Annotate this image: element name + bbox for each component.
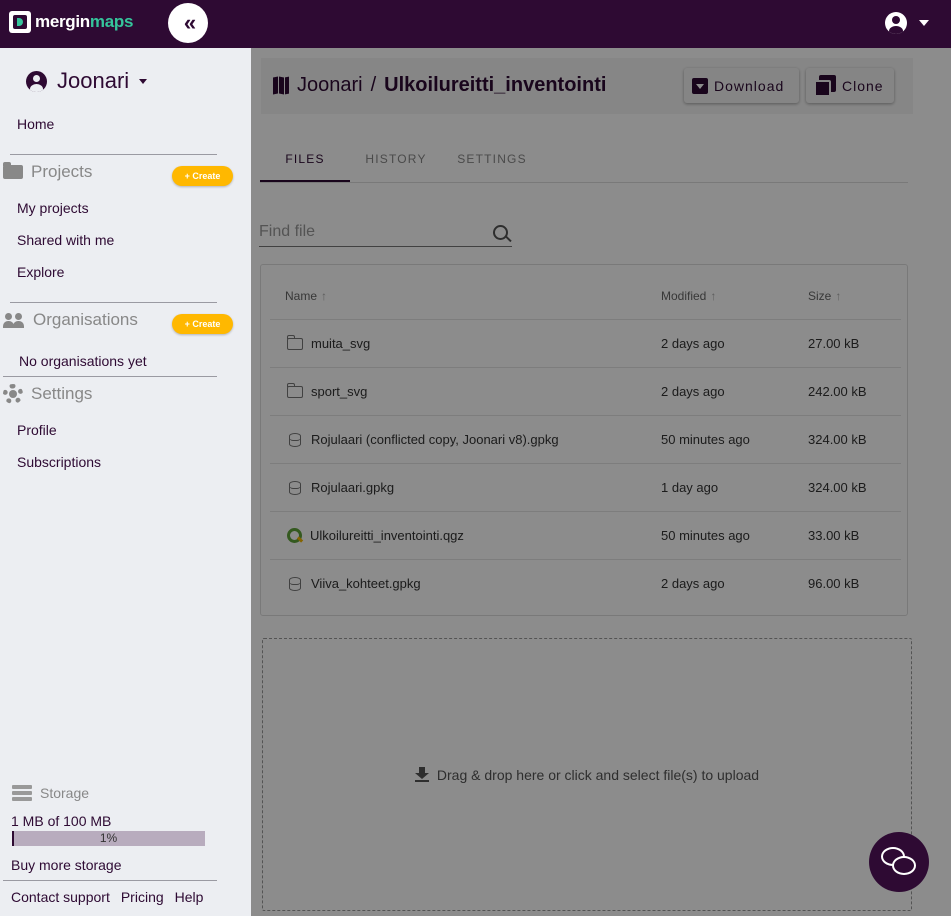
projects-title: Projects: [31, 162, 93, 181]
logo-icon: [9, 11, 31, 33]
sidebar-item-shared-with-me[interactable]: Shared with me: [17, 232, 114, 248]
settings-section-header: Settings: [3, 384, 92, 404]
chat-bubbles-icon: [881, 847, 917, 877]
sidebar-item-explore[interactable]: Explore: [17, 264, 64, 280]
no-organisations-text: No organisations yet: [19, 353, 147, 369]
sidebar-item-profile[interactable]: Profile: [17, 422, 57, 438]
buy-more-storage-link[interactable]: Buy more storage: [11, 857, 122, 873]
workspace-name: Joonari: [57, 68, 130, 93]
double-chevron-left-icon: «: [183, 10, 196, 35]
caret-down-icon: [139, 78, 148, 84]
collapse-sidebar-button[interactable]: «: [168, 3, 208, 43]
storage-icon: [12, 785, 32, 801]
account-icon: [885, 12, 907, 34]
sidebar-item-subscriptions[interactable]: Subscriptions: [17, 454, 101, 470]
pricing-link[interactable]: Pricing: [121, 889, 164, 905]
contact-support-link[interactable]: Contact support: [11, 889, 110, 905]
storage-header: Storage: [12, 785, 89, 801]
storage-usage: 1 MB of 100 MB: [11, 813, 112, 829]
people-icon: [3, 312, 25, 328]
create-project-button[interactable]: + Create: [172, 166, 233, 186]
sidebar-footer: Contact support Pricing Help: [11, 889, 203, 905]
help-link[interactable]: Help: [175, 889, 204, 905]
divider: [10, 154, 217, 155]
divider: [10, 302, 217, 303]
modal-backdrop-overlay[interactable]: [251, 48, 951, 916]
workspace-switcher[interactable]: Joonari: [26, 68, 148, 94]
storage-percent-label: 1%: [99, 831, 118, 845]
sidebar: Joonari Home Projects + Create My projec…: [0, 48, 251, 916]
divider: [3, 880, 217, 881]
top-bar: merginmaps «: [0, 0, 951, 48]
settings-title: Settings: [31, 384, 93, 403]
organisations-section-header: Organisations: [3, 310, 138, 330]
user-menu[interactable]: [885, 12, 929, 34]
logo-text: merginmaps: [35, 12, 134, 31]
mergin-maps-logo[interactable]: merginmaps: [9, 11, 133, 33]
sidebar-item-home[interactable]: Home: [17, 116, 54, 132]
divider: [3, 376, 217, 377]
chevron-down-icon: [919, 20, 929, 26]
folder-icon: [3, 162, 23, 179]
sidebar-item-my-projects[interactable]: My projects: [17, 200, 89, 216]
organisations-title: Organisations: [33, 310, 138, 329]
projects-section-header: Projects: [3, 162, 92, 182]
chat-support-button[interactable]: [869, 832, 929, 892]
storage-progress-bar: 1%: [12, 831, 205, 846]
storage-title: Storage: [40, 785, 90, 801]
create-organisation-button[interactable]: + Create: [172, 314, 233, 334]
account-circle-icon: [26, 70, 47, 92]
gear-icon: [3, 384, 23, 404]
